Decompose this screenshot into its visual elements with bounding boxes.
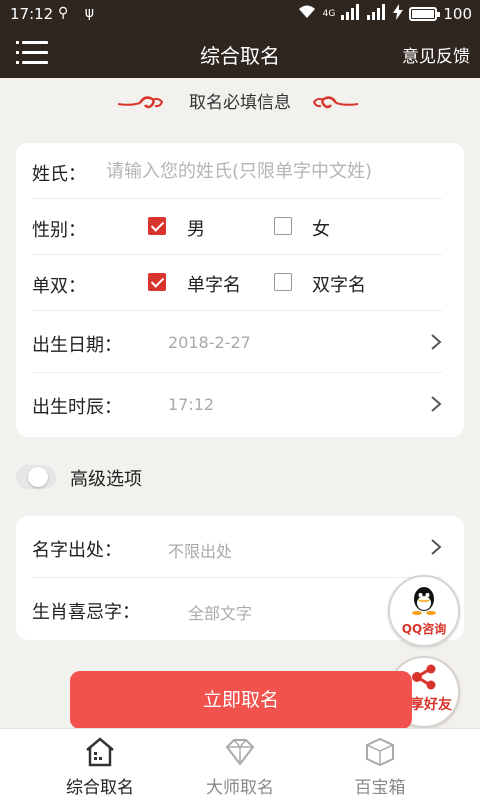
gender-row: 性别： 男 女 bbox=[32, 199, 442, 255]
feedback-link[interactable]: 意见反馈 bbox=[402, 42, 470, 67]
birth-date-value: 2018-2-27 bbox=[168, 333, 251, 352]
name-source-label: 名字出处： bbox=[32, 540, 122, 561]
gender-female-label[interactable]: 女 bbox=[312, 215, 330, 241]
chevron-right-icon bbox=[431, 334, 442, 350]
qq-consult-button[interactable]: QQ咨询 bbox=[388, 575, 460, 647]
tab-label: 综合取名 bbox=[66, 778, 134, 798]
network-type: 4G bbox=[322, 9, 336, 19]
status-time: 17:12 bbox=[10, 5, 54, 23]
section-title: 取名必填信息 bbox=[189, 93, 291, 113]
single-name-label[interactable]: 单字名 bbox=[187, 271, 241, 297]
single-double-row: 单双： 单字名 双字名 bbox=[32, 255, 442, 311]
battery-percent: 100 bbox=[443, 5, 472, 23]
battery-icon bbox=[409, 7, 441, 21]
tab-treasure-box[interactable]: 百宝箱 bbox=[300, 729, 460, 800]
signal-icon-2 bbox=[367, 4, 387, 24]
submit-naming-button[interactable]: 立即取名 bbox=[70, 671, 412, 729]
single-name-checkbox[interactable] bbox=[148, 273, 166, 291]
name-source-value: 不限出处 bbox=[168, 542, 233, 561]
diamond-icon bbox=[225, 739, 255, 766]
birth-date-label: 出生日期： bbox=[32, 335, 122, 356]
surname-input[interactable] bbox=[106, 157, 446, 185]
chevron-right-icon bbox=[431, 539, 442, 555]
navbar: 综合取名 意见反馈 bbox=[0, 28, 480, 78]
gender-male-checkbox[interactable] bbox=[148, 217, 166, 235]
usb-debug-icon: ⚲ ψ bbox=[58, 5, 100, 21]
ornament-right-icon bbox=[312, 96, 358, 109]
zodiac-chars-value: 全部文字 bbox=[188, 604, 253, 623]
birth-time-value: 17:12 bbox=[168, 395, 215, 414]
box-icon bbox=[366, 737, 394, 767]
required-info-card: 姓氏： 性别： 男 女 单双： 单字名 双字名 出生日期： 2018-2-27 … bbox=[16, 143, 464, 437]
advanced-label: 高级选项 bbox=[70, 469, 142, 490]
gender-label: 性别： bbox=[32, 220, 86, 241]
zodiac-chars-row[interactable]: 生肖喜忌字： 全部文字 bbox=[32, 578, 442, 640]
charging-icon bbox=[393, 4, 404, 24]
tab-label: 大师取名 bbox=[206, 778, 274, 798]
advanced-toggle[interactable] bbox=[16, 465, 56, 489]
birth-date-row[interactable]: 出生日期： 2018-2-27 bbox=[32, 311, 442, 373]
qq-consult-label: QQ咨询 bbox=[401, 622, 447, 636]
status-bar: 17:12 ⚲ ψ 4G 100 bbox=[0, 0, 480, 28]
gender-female-checkbox[interactable] bbox=[274, 217, 292, 235]
section-heading: 取名必填信息 bbox=[0, 88, 480, 118]
home-icon bbox=[86, 737, 114, 767]
tab-bar: 综合取名 大师取名 百宝箱 bbox=[0, 728, 480, 800]
name-source-row[interactable]: 名字出处： 不限出处 bbox=[32, 516, 442, 578]
double-name-checkbox[interactable] bbox=[274, 273, 292, 291]
share-icon bbox=[412, 664, 436, 690]
signal-icon bbox=[341, 4, 361, 24]
tab-comprehensive-naming[interactable]: 综合取名 bbox=[20, 729, 180, 800]
zodiac-chars-label: 生肖喜忌字： bbox=[32, 602, 140, 623]
double-name-label[interactable]: 双字名 bbox=[312, 271, 366, 297]
tab-label: 百宝箱 bbox=[354, 778, 406, 798]
chevron-right-icon bbox=[431, 396, 442, 412]
birth-time-row[interactable]: 出生时辰： 17:12 bbox=[32, 373, 442, 435]
birth-time-label: 出生时辰： bbox=[32, 397, 122, 418]
surname-label: 姓氏： bbox=[32, 164, 86, 185]
surname-row: 姓氏： bbox=[32, 143, 446, 199]
wifi-icon bbox=[297, 4, 317, 24]
single-double-label: 单双： bbox=[32, 276, 86, 297]
ornament-left-icon bbox=[118, 96, 164, 109]
gender-male-label[interactable]: 男 bbox=[187, 215, 205, 241]
tab-master-naming[interactable]: 大师取名 bbox=[160, 729, 320, 800]
qq-penguin-icon bbox=[412, 587, 436, 615]
